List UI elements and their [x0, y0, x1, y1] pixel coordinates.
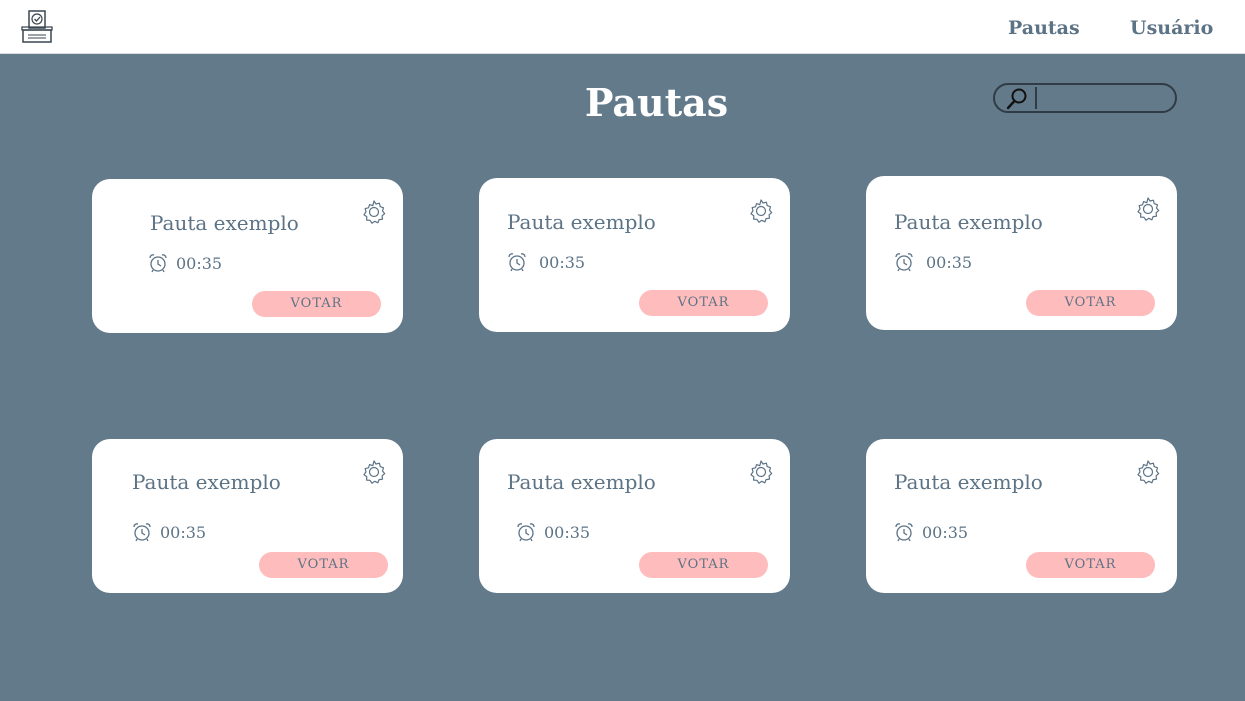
gear-icon[interactable] [361, 199, 387, 225]
pauta-card: Pauta exemplo 00:35 VOTAR [479, 178, 790, 332]
alarm-clock-icon [149, 254, 167, 273]
gear-icon[interactable] [1135, 196, 1161, 222]
nav-link-usuario[interactable]: Usuário [1130, 17, 1213, 39]
nav-link-pautas[interactable]: Pautas [1008, 17, 1080, 39]
card-timer-text: 00:35 [176, 253, 223, 273]
top-navbar: Pautas Usuário [0, 0, 1245, 54]
search-box [993, 83, 1177, 113]
alarm-clock-icon [508, 253, 526, 272]
card-timer-text: 00:35 [544, 522, 591, 542]
card-timer-text: 00:35 [922, 522, 969, 542]
search-input[interactable] [1035, 87, 1173, 109]
vote-button[interactable]: VOTAR [1026, 290, 1155, 316]
pauta-card: Pauta exemplo 00:35 VOTAR [866, 439, 1177, 593]
vote-button[interactable]: VOTAR [259, 552, 388, 578]
pauta-card: Pauta exemplo 00:35 VOTAR [866, 176, 1177, 330]
vote-button[interactable]: VOTAR [252, 291, 381, 317]
pauta-card: Pauta exemplo 00:35 VOTAR [92, 439, 403, 593]
card-title: Pauta exemplo [894, 470, 1043, 494]
card-timer: 00:35 [132, 522, 206, 542]
card-timer: 00:35 [894, 522, 968, 542]
vote-button[interactable]: VOTAR [1026, 552, 1155, 578]
alarm-clock-icon [895, 523, 913, 542]
search-icon[interactable] [1005, 87, 1029, 111]
gear-icon[interactable] [748, 198, 774, 224]
card-timer: 00:35 [516, 522, 590, 542]
card-timer-text: 00:35 [539, 252, 586, 272]
card-timer-text: 00:35 [926, 252, 973, 272]
alarm-clock-icon [517, 523, 535, 542]
card-title: Pauta exemplo [507, 210, 656, 234]
card-timer-text: 00:35 [160, 522, 207, 542]
vote-button[interactable]: VOTAR [639, 290, 768, 316]
card-timer: 00:35 [148, 253, 222, 273]
card-timer: 00:35 [894, 252, 972, 272]
gear-icon[interactable] [1135, 459, 1161, 485]
card-title: Pauta exemplo [507, 470, 656, 494]
gear-icon[interactable] [748, 459, 774, 485]
vote-button[interactable]: VOTAR [639, 552, 768, 578]
gear-icon[interactable] [361, 459, 387, 485]
card-title: Pauta exemplo [132, 470, 281, 494]
alarm-clock-icon [895, 253, 913, 272]
alarm-clock-icon [133, 523, 151, 542]
ballot-box-icon[interactable] [20, 9, 54, 45]
card-title: Pauta exemplo [894, 210, 1043, 234]
card-timer: 00:35 [507, 252, 585, 272]
card-title: Pauta exemplo [150, 211, 299, 235]
pauta-card: Pauta exemplo 00:35 VOTAR [92, 179, 403, 333]
pauta-card: Pauta exemplo 00:35 VOTAR [479, 439, 790, 593]
